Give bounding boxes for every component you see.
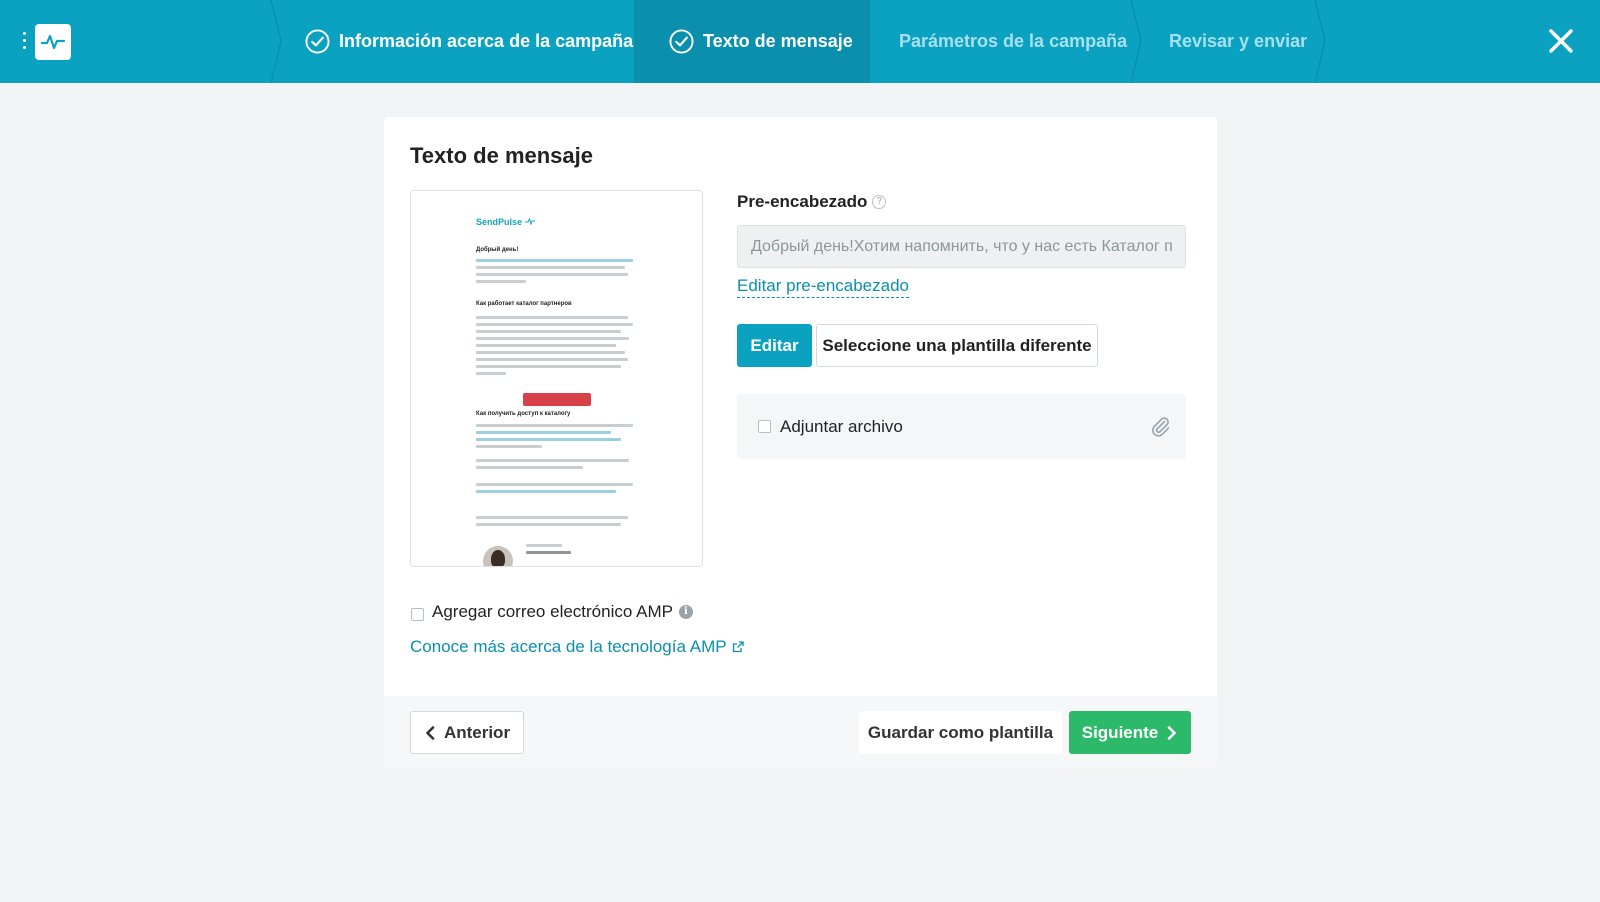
amp-label-text: Agregar correo electrónico AMP [432, 602, 673, 621]
attach-file-panel: Adjuntar archivo [737, 394, 1186, 459]
amp-link-text: Conoce más acerca de la tecnología AMP [410, 637, 727, 656]
help-icon[interactable]: ? [872, 195, 887, 209]
attach-file-label: Adjuntar archivo [780, 417, 903, 436]
close-icon[interactable] [1546, 26, 1576, 56]
check-circle-icon [305, 29, 330, 54]
check-circle-icon [669, 29, 694, 54]
preview-catalog-button [523, 393, 591, 406]
step-label: Información acerca de la campaña [339, 31, 634, 51]
preview-paragraph [476, 516, 641, 530]
edit-button[interactable]: Editar [737, 324, 812, 367]
preheader-label: Pre-encabezado ? [737, 192, 887, 212]
step-review-send[interactable]: Revisar y enviar [1169, 0, 1307, 83]
preview-paragraph [476, 459, 641, 473]
preview-heading: Как получить доступ к каталогу [476, 411, 571, 417]
preview-paragraph [476, 259, 641, 287]
step-label: Texto de mensaje [703, 31, 853, 51]
step-campaign-info[interactable]: Información acerca de la campaña [305, 0, 633, 83]
select-template-button[interactable]: Seleccione una plantilla diferente [816, 324, 1098, 367]
preview-paragraph [476, 424, 641, 452]
amp-checkbox[interactable] [411, 608, 424, 621]
email-preview[interactable]: SendPulse Добрый день! Как работает ката… [410, 190, 703, 567]
amp-label: Agregar correo electrónico AMP i [432, 602, 693, 622]
page-title: Texto de mensaje [410, 143, 593, 168]
preview-brand: SendPulse [476, 217, 535, 227]
previous-label: Anterior [443, 722, 511, 742]
preheader-label-text: Pre-encabezado [737, 192, 868, 211]
previous-button[interactable]: Anterior [410, 711, 524, 754]
vertical-dots-icon[interactable] [22, 32, 28, 52]
step-campaign-parameters[interactable]: Parámetros de la campaña [899, 0, 1127, 83]
next-label: Siguiente [1081, 722, 1159, 742]
step-message-text[interactable]: Texto de mensaje [669, 0, 853, 83]
preview-paragraph [476, 316, 641, 379]
step-label: Parámetros de la campaña [899, 31, 1128, 51]
preheader-input[interactable] [737, 225, 1186, 268]
next-button[interactable]: Siguiente [1069, 711, 1191, 754]
paperclip-icon[interactable] [1149, 415, 1171, 437]
pulse-logo-icon[interactable] [35, 24, 71, 60]
step-label: Revisar y enviar [1169, 31, 1308, 51]
pulse-icon [524, 217, 535, 226]
preview-paragraph [476, 483, 641, 497]
preview-heading: Как работает каталог партнеров [476, 301, 572, 307]
attach-file-checkbox[interactable] [758, 420, 771, 433]
edit-preheader-link[interactable]: Editar pre-encabezado [737, 276, 910, 298]
wizard-header: Información acerca de la campaña Texto d… [0, 0, 1600, 83]
chevron-left-icon [426, 725, 435, 740]
step-separator [1130, 0, 1142, 83]
amp-learn-more-link[interactable]: Conoce más acerca de la tecnología AMP [410, 637, 744, 657]
info-icon[interactable]: i [678, 605, 693, 619]
step-separator [1314, 0, 1326, 83]
save-as-template-button[interactable]: Guardar como plantilla [859, 711, 1062, 754]
external-link-icon [732, 641, 744, 653]
preview-avatar [483, 546, 513, 566]
preview-signature [526, 544, 571, 558]
card-footer: Anterior Guardar como plantilla Siguient… [384, 696, 1217, 768]
message-card: Texto de mensaje SendPulse Добрый день! … [384, 117, 1217, 768]
preview-heading: Добрый день! [476, 247, 519, 253]
preview-brand-text: SendPulse [476, 217, 523, 227]
step-separator [270, 0, 282, 83]
chevron-right-icon [1167, 725, 1177, 740]
